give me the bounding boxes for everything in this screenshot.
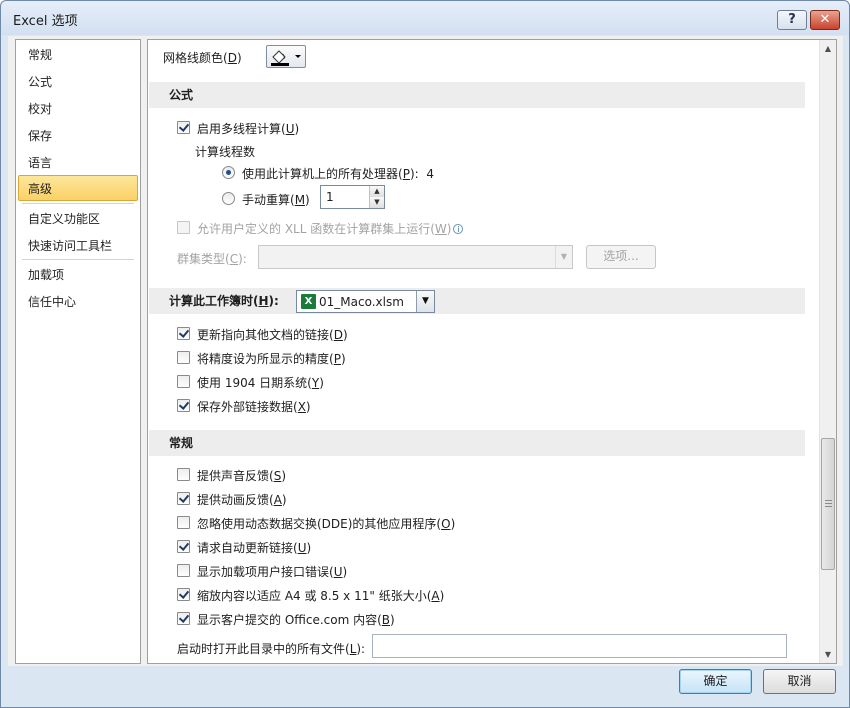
thread-count-spinner[interactable]: 1 ▲ ▼	[320, 185, 385, 209]
advanced-options-panel: 网格线颜色(D) 公式 启用多线程计算(U) 计算线程数 使用此计算机上的所有处…	[147, 39, 837, 664]
excel-file-icon: X	[301, 294, 316, 309]
workbook-name: 01_Maco.xlsm	[319, 295, 404, 309]
gridline-color-button[interactable]	[266, 45, 306, 68]
animation-feedback-checkbox[interactable]	[177, 492, 190, 505]
cancel-button[interactable]: 取消	[763, 669, 836, 694]
scrollbar-thumb[interactable]	[821, 438, 835, 570]
xll-cluster-checkbox[interactable]	[177, 221, 190, 234]
nav-divider	[22, 259, 134, 260]
cluster-type-dropdown[interactable]: ▼	[258, 245, 573, 269]
animation-feedback-label: 提供动画反馈(A)	[197, 493, 287, 507]
sound-feedback-checkbox[interactable]	[177, 468, 190, 481]
chevron-down-icon: ▼	[416, 291, 434, 312]
paint-bucket-icon	[271, 50, 301, 66]
formulas-section-header: 公式	[149, 82, 805, 108]
nav-item-save[interactable]: 保存	[18, 122, 138, 148]
update-links-checkbox[interactable]	[177, 327, 190, 340]
close-button[interactable]: ✕	[810, 10, 840, 30]
auto-update-links-label: 请求自动更新链接(U)	[197, 541, 312, 555]
nav-item-formulas[interactable]: 公式	[18, 68, 138, 94]
nav-item-trust-center[interactable]: 信任中心	[18, 288, 138, 314]
scale-paper-size-label: 缩放内容以适应 A4 或 8.5 x 11" 纸张大小(A)	[197, 589, 445, 603]
spin-down-icon[interactable]: ▼	[370, 197, 384, 208]
excel-options-dialog: Excel 选项 ? ✕ 常规 公式 校对 保存 语言 高级 自定义功能区 快速…	[0, 0, 850, 708]
date-1904-label: 使用 1904 日期系统(Y)	[197, 376, 324, 390]
nav-item-quick-access-toolbar[interactable]: 快速访问工具栏	[18, 232, 138, 258]
multithread-checkbox[interactable]	[177, 121, 190, 134]
nav-item-add-ins[interactable]: 加载项	[18, 261, 138, 287]
precision-as-displayed-label: 将精度设为所显示的精度(P)	[197, 352, 346, 366]
cluster-type-label: 群集类型(C):	[177, 252, 247, 266]
office-com-content-label: 显示客户提交的 Office.com 内容(B)	[197, 613, 395, 627]
nav-item-customize-ribbon[interactable]: 自定义功能区	[18, 205, 138, 231]
workbook-section-header: 计算此工作簿时(H):	[149, 288, 805, 314]
cluster-options-button[interactable]: 选项...	[586, 245, 656, 269]
chevron-down-icon: ▼	[555, 246, 572, 268]
save-external-links-checkbox[interactable]	[177, 399, 190, 412]
multithread-label: 启用多线程计算(U)	[197, 122, 300, 136]
startup-folder-label: 启动时打开此目录中的所有文件(L):	[177, 642, 366, 656]
precision-as-displayed-checkbox[interactable]	[177, 351, 190, 364]
title-bar: Excel 选项 ? ✕	[1, 1, 849, 35]
ignore-dde-label: 忽略使用动态数据交换(DDE)的其他应用程序(O)	[197, 517, 456, 531]
auto-update-links-checkbox[interactable]	[177, 540, 190, 553]
sound-feedback-label: 提供声音反馈(S)	[197, 469, 286, 483]
date-1904-checkbox[interactable]	[177, 375, 190, 388]
manual-threads-label: 手动重算(M)	[242, 193, 310, 207]
scroll-down-icon[interactable]: ▼	[820, 646, 836, 663]
category-nav: 常规 公式 校对 保存 语言 高级 自定义功能区 快速访问工具栏 加载项 信任中…	[15, 39, 141, 664]
window-title: Excel 选项	[13, 14, 78, 29]
update-links-label: 更新指向其他文档的链接(D)	[197, 328, 348, 342]
scroll-up-icon[interactable]: ▲	[820, 40, 836, 57]
office-com-content-checkbox[interactable]	[177, 612, 190, 625]
info-icon: i	[453, 224, 464, 234]
scale-paper-size-checkbox[interactable]	[177, 588, 190, 601]
addin-ui-errors-label: 显示加载项用户接口错误(U)	[197, 565, 348, 579]
dialog-body: 常规 公式 校对 保存 语言 高级 自定义功能区 快速访问工具栏 加载项 信任中…	[8, 36, 843, 666]
ignore-dde-checkbox[interactable]	[177, 516, 190, 529]
nav-item-proofing[interactable]: 校对	[18, 95, 138, 121]
use-all-processors-label: 使用此计算机上的所有处理器(P): 4	[242, 167, 434, 181]
spin-up-icon[interactable]: ▲	[370, 186, 384, 197]
gridline-color-label: 网格线颜色(D)	[163, 51, 242, 65]
startup-folder-input[interactable]	[372, 634, 787, 658]
nav-divider	[22, 203, 134, 204]
xll-cluster-label: 允许用户定义的 XLL 函数在计算群集上运行(W) i	[197, 220, 464, 237]
content-scrollbar[interactable]: ▲ ▼	[819, 40, 836, 663]
save-external-links-label: 保存外部链接数据(X)	[197, 400, 311, 414]
nav-item-language[interactable]: 语言	[18, 149, 138, 175]
workbook-dropdown[interactable]: X 01_Maco.xlsm ▼	[296, 290, 435, 313]
general-section-header: 常规	[149, 430, 805, 456]
addin-ui-errors-checkbox[interactable]	[177, 564, 190, 577]
help-button[interactable]: ?	[777, 10, 807, 30]
nav-item-advanced[interactable]: 高级	[18, 175, 138, 201]
nav-item-general[interactable]: 常规	[18, 41, 138, 67]
ok-button[interactable]: 确定	[679, 669, 752, 694]
thread-count-value: 1	[326, 190, 334, 204]
manual-threads-radio[interactable]	[222, 192, 235, 205]
calc-threads-label: 计算线程数	[195, 145, 256, 159]
use-all-processors-radio[interactable]	[222, 166, 235, 179]
